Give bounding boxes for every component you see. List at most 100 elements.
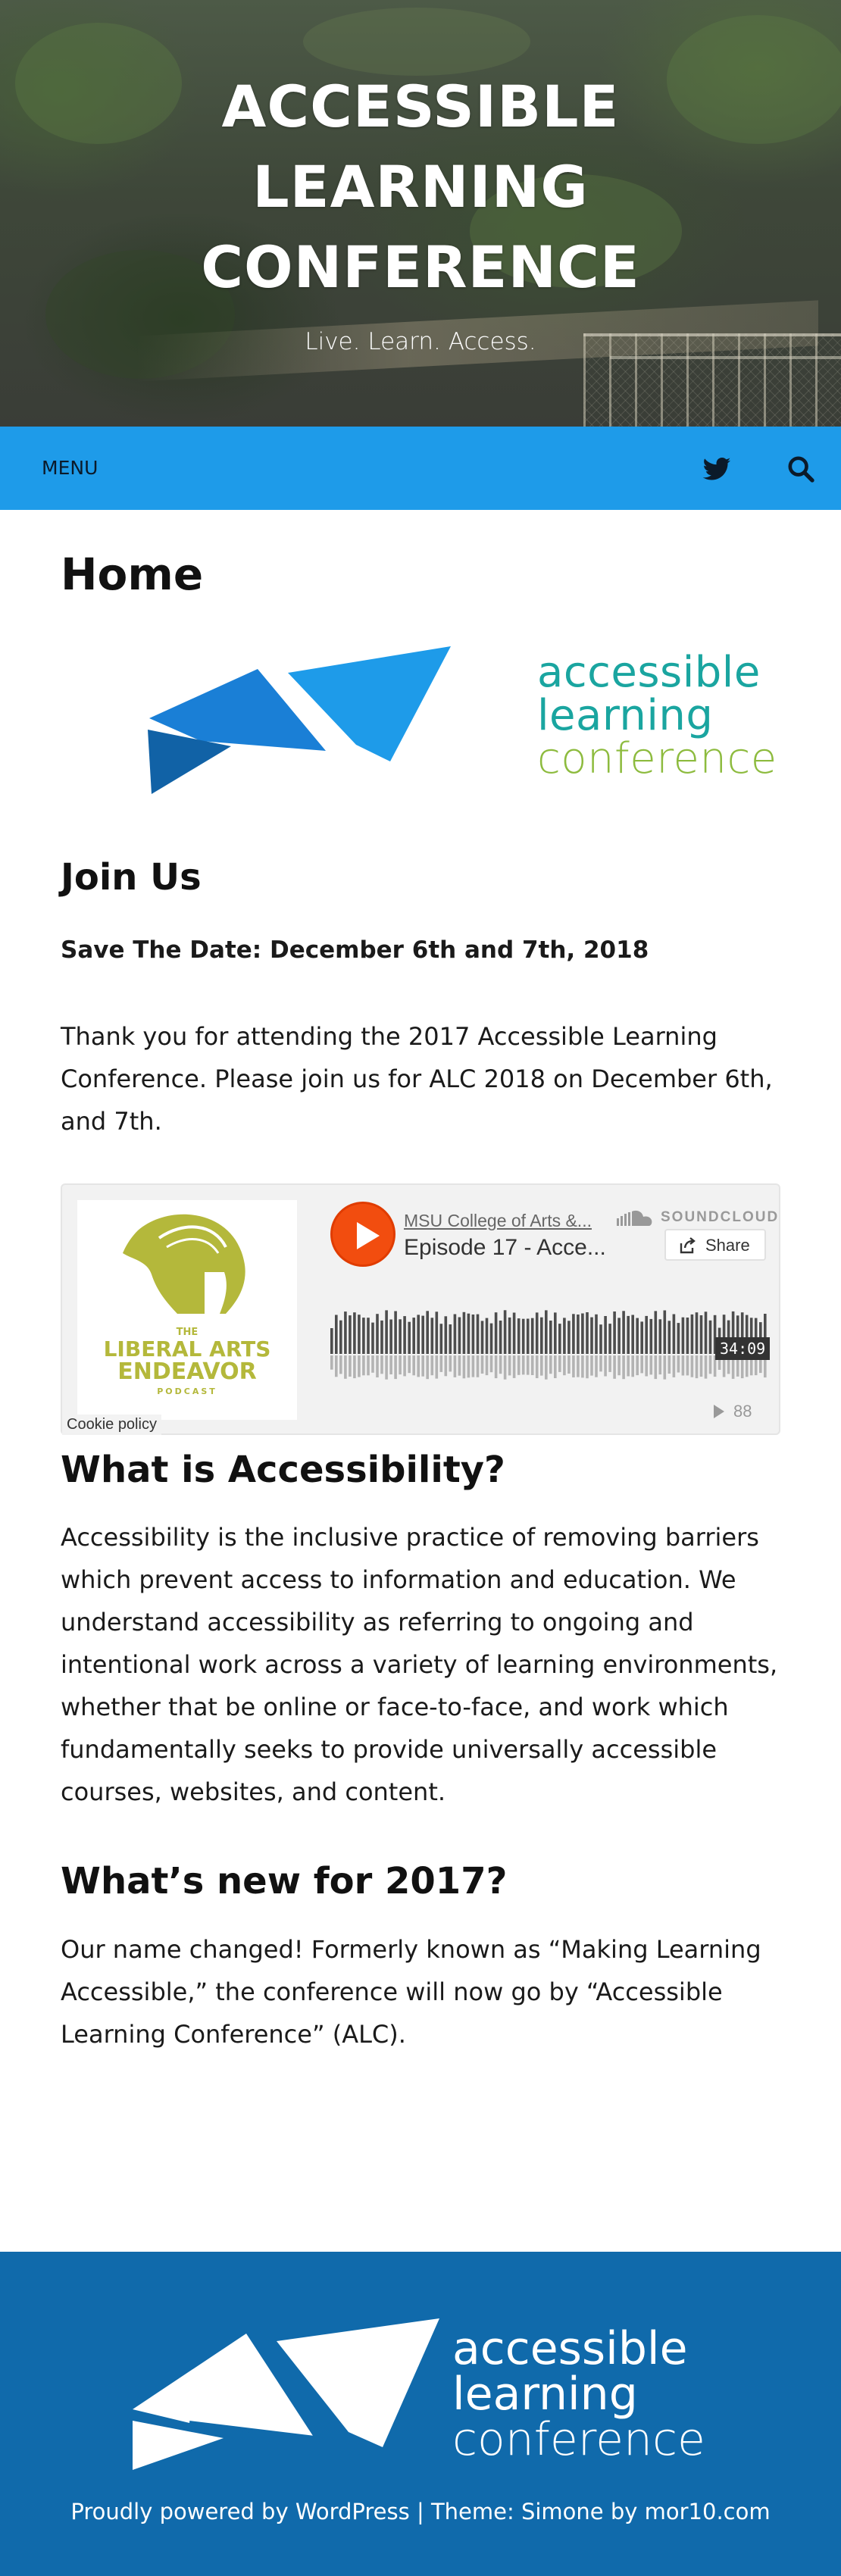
- waveform-bar: [358, 1315, 361, 1354]
- site-title-line: LEARNING: [252, 153, 589, 220]
- waveform-bar-reflection: [667, 1355, 671, 1374]
- waveform-bar: [403, 1316, 406, 1354]
- waveform-bar-reflection: [503, 1355, 507, 1380]
- waveform-bar: [540, 1317, 543, 1354]
- footer-credits: Proudly powered by WordPress | Theme: Si…: [0, 2496, 841, 2527]
- waveform-bar-reflection: [708, 1355, 712, 1374]
- waveform-bar: [631, 1315, 634, 1354]
- waveform-bar: [412, 1318, 415, 1354]
- waveform-bar: [389, 1319, 392, 1354]
- waveform-bar: [480, 1321, 484, 1354]
- waveform-bar-reflection: [444, 1355, 448, 1377]
- waveform-bar: [649, 1318, 653, 1354]
- waveform-bar-reflection: [476, 1355, 480, 1377]
- twitter-icon[interactable]: [702, 454, 732, 484]
- waveform-bar: [362, 1318, 365, 1354]
- waveform-bar: [663, 1310, 667, 1354]
- waveform-bar-reflection: [631, 1355, 634, 1377]
- waveform-bar-reflection: [658, 1355, 662, 1375]
- search-icon[interactable]: [786, 454, 816, 484]
- credits-separator: |: [416, 2499, 424, 2524]
- waveform-bar: [681, 1317, 685, 1354]
- podcast-artwork[interactable]: THE LIBERAL ARTS ENDEAVOR PODCAST: [77, 1200, 297, 1420]
- waveform-bar: [590, 1317, 593, 1354]
- play-count-icon: [714, 1405, 724, 1418]
- site-title[interactable]: ACCESSIBLE LEARNING CONFERENCE: [0, 67, 841, 308]
- waveform-bar-reflection: [572, 1355, 575, 1377]
- waveform-bar: [380, 1320, 383, 1354]
- waveform-bar-reflection: [604, 1355, 607, 1377]
- waveform-bar: [385, 1310, 388, 1354]
- theme-link[interactable]: Theme: Simone by mor10.com: [431, 2499, 771, 2524]
- waveform-bar-reflection: [349, 1355, 352, 1377]
- waveform-bar-reflection: [371, 1355, 374, 1373]
- waveform-bar: [704, 1311, 708, 1354]
- what-is-accessibility-heading: What is Accessibility?: [61, 1449, 505, 1491]
- artwork-text-endeavor: ENDEAVOR: [117, 1358, 256, 1385]
- accessibility-paragraph: Accessibility is the inclusive practice …: [61, 1523, 778, 1806]
- waveform[interactable]: [330, 1295, 768, 1401]
- waveform-bar: [572, 1314, 575, 1354]
- waveform-bar: [471, 1315, 475, 1354]
- waveform-bar-reflection: [681, 1355, 685, 1376]
- waveform-bar-reflection: [599, 1355, 602, 1372]
- alc-logo: accessible learning conference: [148, 646, 777, 798]
- waveform-bar: [654, 1311, 658, 1354]
- footer-logo-text-learning: learning: [452, 2368, 638, 2421]
- wordpress-link[interactable]: Proudly powered by WordPress: [70, 2499, 409, 2524]
- waveform-bar-reflection: [595, 1355, 598, 1377]
- waveform-bar-reflection: [586, 1355, 589, 1379]
- waveform-bar: [444, 1316, 448, 1354]
- waveform-bar: [499, 1321, 502, 1354]
- share-icon: [680, 1237, 696, 1254]
- waveform-bar: [449, 1324, 452, 1354]
- waveform-bar: [485, 1318, 489, 1354]
- waveform-bar: [595, 1314, 598, 1354]
- waveform-bar-reflection: [617, 1355, 621, 1376]
- waveform-bar-reflection: [362, 1355, 365, 1376]
- waveform-bar: [558, 1324, 561, 1354]
- waveform-bar: [339, 1320, 342, 1354]
- menu-toggle-button[interactable]: MENU: [42, 455, 98, 481]
- waveform-bar-reflection: [577, 1355, 580, 1377]
- waveform-bar-reflection: [567, 1355, 571, 1374]
- waveform-bar-reflection: [654, 1355, 658, 1380]
- waveform-bar: [367, 1318, 370, 1354]
- waveform-bar: [708, 1320, 712, 1354]
- waveform-bar-reflection: [421, 1355, 424, 1377]
- waveform-bar-reflection: [412, 1355, 415, 1376]
- logo-text-accessible: accessible: [537, 648, 761, 697]
- waveform-bar: [686, 1318, 689, 1354]
- waveform-bar-reflection: [508, 1355, 511, 1376]
- soundcloud-user-link[interactable]: MSU College of Arts &...: [404, 1211, 608, 1231]
- waveform-bar: [512, 1312, 516, 1354]
- waveform-bar: [535, 1312, 539, 1354]
- waveform-bar: [439, 1324, 443, 1354]
- soundcloud-brand-text: SOUNDCLOUD: [661, 1209, 780, 1225]
- play-count-value: 88: [733, 1402, 752, 1421]
- waveform-bar: [435, 1311, 439, 1354]
- share-button[interactable]: Share: [664, 1229, 766, 1261]
- site-title-line: ACCESSIBLE: [221, 73, 620, 140]
- waveform-bar-reflection: [672, 1355, 676, 1377]
- waveform-bar-reflection: [530, 1355, 534, 1375]
- soundcloud-track-title[interactable]: Episode 17 - Acce...: [404, 1235, 608, 1261]
- save-the-date: Save The Date: December 6th and 7th, 201…: [61, 936, 649, 964]
- play-button[interactable]: [330, 1202, 395, 1267]
- waveform-bar: [567, 1321, 571, 1354]
- waveform-bar-reflection: [339, 1355, 342, 1374]
- waveform-bar-reflection: [385, 1355, 388, 1380]
- soundcloud-brand[interactable]: SOUNDCLOUD: [617, 1206, 777, 1230]
- waveform-bar: [494, 1312, 498, 1354]
- join-us-paragraph: Thank you for attending the 2017 Accessi…: [61, 1022, 773, 1136]
- waveform-bar: [521, 1318, 525, 1354]
- waveform-bar-reflection: [480, 1355, 484, 1374]
- waveform-bar-reflection: [521, 1355, 525, 1375]
- cookie-policy-link[interactable]: Cookie policy: [62, 1415, 161, 1435]
- waveform-bar: [617, 1318, 621, 1354]
- waveform-bar: [503, 1310, 507, 1354]
- waveform-bar: [690, 1314, 694, 1354]
- waveform-bar-reflection: [489, 1355, 493, 1373]
- soundcloud-player[interactable]: THE LIBERAL ARTS ENDEAVOR PODCAST MSU Co…: [61, 1183, 780, 1435]
- waveform-bar-reflection: [499, 1355, 502, 1374]
